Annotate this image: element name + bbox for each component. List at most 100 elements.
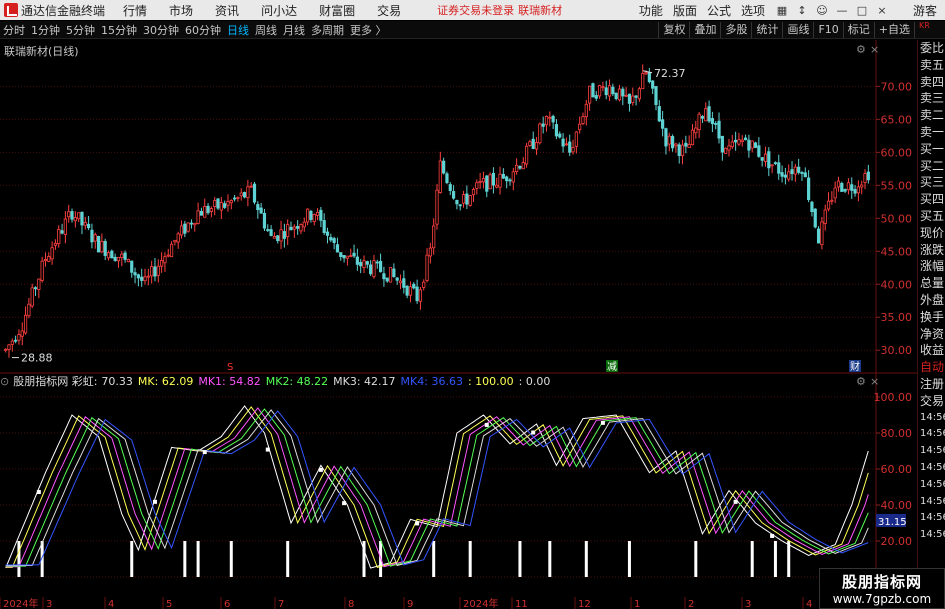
quote-panel-item-9[interactable]: 买四 — [918, 191, 945, 208]
menu-formula[interactable]: 公式 — [707, 2, 731, 19]
chart-button-3[interactable]: 统计 — [751, 22, 782, 38]
menu-trade[interactable]: 交易 — [377, 2, 401, 19]
quote-panel-item-3[interactable]: 卖三 — [918, 90, 945, 107]
quote-panel-item-15[interactable]: 外盘 — [918, 292, 945, 309]
candle-body-165 — [551, 115, 555, 123]
candle-body-116 — [388, 267, 393, 283]
date-label-0: 2024年 — [3, 597, 38, 609]
period-tab-3[interactable]: 15分钟 — [98, 22, 140, 38]
period-tab-2[interactable]: 5分钟 — [63, 22, 98, 38]
period-tab-7[interactable]: 周线 — [252, 22, 280, 38]
face-icon[interactable]: ☺ — [815, 3, 829, 17]
candle-body-222 — [740, 139, 744, 142]
chart-button-4[interactable]: 画线 — [782, 22, 813, 38]
quote-panel-item-16[interactable]: 换手 — [918, 309, 945, 326]
grid-icon[interactable]: ▦ — [775, 3, 789, 17]
chart-button-1[interactable]: 叠加 — [689, 22, 720, 38]
quote-panel-item-2[interactable]: 卖四 — [918, 74, 945, 91]
pin-icon[interactable]: ↕ — [795, 3, 809, 17]
candle-body-72 — [242, 192, 247, 198]
guest-label[interactable]: 游客 — [913, 2, 937, 19]
period-tab-6[interactable]: 日线 — [224, 22, 252, 38]
candle-body-161 — [538, 123, 542, 144]
candle-body-229 — [763, 153, 768, 162]
candle-body-109 — [365, 261, 369, 265]
quote-panel-item-11[interactable]: 现价 — [918, 225, 945, 242]
indicator-legend: ⊙ 股朋指标网 彩虹: 70.33 MK: 62.09 MK1: 54.82 MK2:… — [0, 373, 559, 389]
candle-body-55 — [186, 222, 190, 232]
quote-panel-item-24[interactable]: 14:56 — [918, 443, 945, 460]
candle-body-63 — [213, 200, 217, 207]
login-notice[interactable]: 证券交易未登录 — [437, 2, 514, 18]
chart-button-7[interactable]: +自选 — [873, 22, 914, 38]
quote-panel-item-4[interactable]: 卖二 — [918, 107, 945, 124]
candle-body-210 — [700, 116, 705, 119]
quote-panel-item-10[interactable]: 买五 — [918, 208, 945, 225]
quote-panel-item-26[interactable]: 14:56 — [918, 477, 945, 494]
period-tab-9[interactable]: 多周期 — [308, 22, 347, 38]
quote-panel-item-25[interactable]: 14:56 — [918, 460, 945, 477]
menu-function[interactable]: 功能 — [639, 2, 663, 19]
menu-options[interactable]: 选项 — [741, 2, 765, 19]
menu-wealth[interactable]: 财富圈 — [319, 2, 355, 19]
chart-button-6[interactable]: 标记 — [842, 22, 874, 38]
close-icon[interactable]: × — [870, 43, 879, 56]
date-label-11: 1 — [634, 599, 640, 609]
quote-panel-item-1[interactable]: 卖五 — [918, 57, 945, 74]
chart-button-2[interactable]: 多股 — [720, 22, 751, 38]
close-icon[interactable]: × — [870, 375, 879, 388]
candle-body-260 — [866, 171, 870, 181]
quote-panel-item-29[interactable]: 14:56 — [918, 527, 945, 544]
quote-panel-item-28[interactable]: 14:56 — [918, 510, 945, 527]
quote-panel-item-12[interactable]: 涨跌 — [918, 242, 945, 259]
candle-body-70 — [236, 197, 240, 199]
menu-quotes[interactable]: 行情 — [123, 2, 147, 19]
quote-panel-item-22[interactable]: 14:56 — [918, 410, 945, 427]
candle-body-243 — [810, 201, 814, 212]
quote-panel-item-7[interactable]: 买二 — [918, 158, 945, 175]
chart-button-0[interactable]: 复权 — [658, 22, 689, 38]
quote-panel-item-14[interactable]: 总量 — [918, 275, 945, 292]
quote-panel-item-27[interactable]: 14:56 — [918, 494, 945, 511]
quote-panel-item-5[interactable]: 卖一 — [918, 124, 945, 141]
period-tab-10[interactable]: 更多 〉 — [347, 22, 390, 38]
candle-body-75 — [252, 183, 257, 203]
quote-panel-item-13[interactable]: 涨幅 — [918, 258, 945, 275]
candle-body-82 — [276, 235, 280, 242]
close-icon[interactable]: × — [875, 3, 889, 17]
candle-body-73 — [246, 186, 250, 199]
gear-icon[interactable]: ⚙ — [856, 375, 866, 388]
quote-panel-item-8[interactable]: 买三 — [918, 174, 945, 191]
minimize-icon[interactable]: — — [835, 3, 849, 17]
period-tab-4[interactable]: 30分钟 — [140, 22, 182, 38]
period-tab-1[interactable]: 1分钟 — [28, 22, 63, 38]
chart-area[interactable]: 30.00 35.00 40.00 45.00 50.00 55.00 60.00 65.00… — [0, 40, 917, 596]
quote-panel-item-21[interactable]: 交易 — [918, 393, 945, 410]
chart-button-5[interactable]: F10 — [813, 22, 842, 38]
period-tab-8[interactable]: 月线 — [280, 22, 308, 38]
quote-panel-item-0[interactable]: 委比 — [918, 40, 945, 57]
chart-canvas[interactable]: 30.00 35.00 40.00 45.00 50.00 55.00 60.00 65.00… — [0, 40, 917, 596]
quote-panel-item-6[interactable]: 买一 — [918, 141, 945, 158]
candle-body-198 — [661, 119, 665, 129]
gear-icon[interactable]: ⚙ — [856, 43, 866, 56]
maximize-icon[interactable]: □ — [855, 3, 869, 17]
quote-panel-item-18[interactable]: 收益 — [918, 342, 945, 359]
menu-layout[interactable]: 版面 — [673, 2, 697, 19]
menu-news[interactable]: 资讯 — [215, 2, 239, 19]
period-tab-0[interactable]: 分时 — [0, 22, 28, 38]
candle-body-152 — [508, 179, 512, 182]
candle-body-87 — [292, 226, 296, 230]
quote-panel-item-17[interactable]: 净资 — [918, 326, 945, 343]
quote-panel-item-23[interactable]: 14:56 — [918, 426, 945, 443]
menu-market[interactable]: 市场 — [169, 2, 193, 19]
period-tab-5[interactable]: 60分钟 — [182, 22, 224, 38]
quote-panel-item-19[interactable]: 自动 — [918, 359, 945, 376]
quote-panel-item-20[interactable]: 注册 — [918, 376, 945, 393]
indicator-expand-icon[interactable]: ⊙ — [0, 375, 9, 388]
candle-body-216 — [720, 135, 724, 153]
point-marker-3 — [265, 447, 270, 452]
candle-body-5 — [20, 330, 24, 337]
indicator-name[interactable]: 股朋指标网 彩虹: — [13, 373, 97, 389]
menu-ask[interactable]: 问小达 — [261, 2, 297, 19]
